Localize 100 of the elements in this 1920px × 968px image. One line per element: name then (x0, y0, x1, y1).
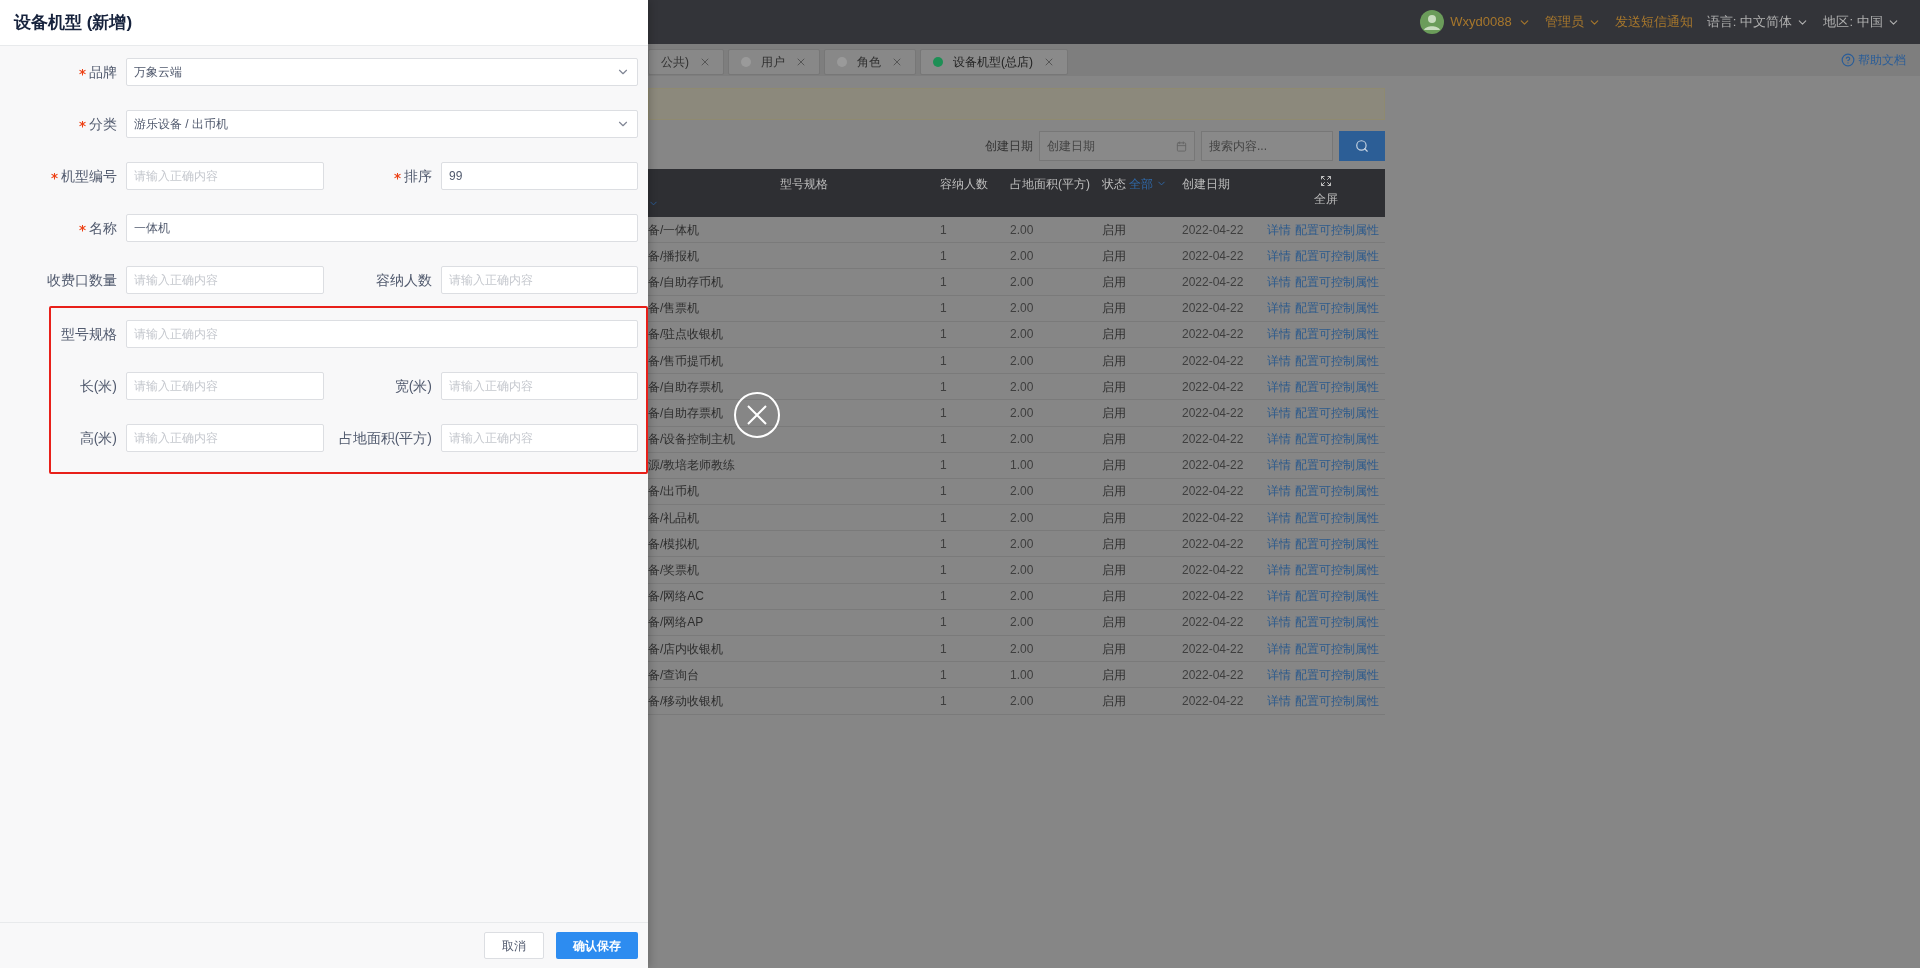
action-link[interactable]: 配置可控制属性 (1295, 587, 1379, 606)
help-link[interactable]: 帮助文档 (1858, 51, 1906, 69)
sms-link[interactable]: 发送短信通知 (1614, 12, 1693, 32)
select-value: 万象云端 (134, 64, 182, 81)
action-link[interactable]: 详情 (1267, 403, 1291, 422)
action-link[interactable]: 详情 (1267, 246, 1291, 265)
table-cell-text: 启用 (1102, 666, 1127, 684)
table-cell-text: 源/教培老师教练 (648, 457, 737, 475)
status-filter[interactable]: 全部 (1129, 175, 1153, 193)
column-header: 占地面积(平方) (1010, 177, 1090, 191)
date-field[interactable]: 创建日期 (1039, 131, 1195, 161)
language-label: 语言: (1706, 13, 1737, 32)
table-cell-text: 2.00 (1010, 562, 1035, 580)
table-cell-text: 1 (940, 562, 948, 580)
tab-label: 公共) (661, 53, 689, 71)
action-link[interactable]: 详情 (1267, 299, 1291, 318)
table-cell-text: 2022-04-22 (1182, 247, 1245, 265)
action-link[interactable]: 配置可控制属性 (1295, 665, 1379, 684)
table-cell-text: 备/店内收银机 (648, 640, 725, 658)
input-field[interactable]: 99 (441, 162, 638, 190)
action-link[interactable]: 详情 (1267, 351, 1291, 370)
table-cell-text: 1 (940, 404, 948, 422)
action-link[interactable]: 详情 (1267, 220, 1291, 239)
page-tab[interactable]: 用户 (728, 48, 820, 75)
action-link[interactable]: 配置可控制属性 (1295, 508, 1379, 527)
cancel-button[interactable]: 取消 (484, 932, 544, 959)
action-link[interactable]: 配置可控制属性 (1295, 246, 1379, 265)
action-link[interactable]: 配置可控制属性 (1295, 403, 1379, 422)
table-cell-text: 2.00 (1010, 221, 1035, 239)
action-link[interactable]: 详情 (1267, 665, 1291, 684)
table-cell-text: 1 (940, 588, 948, 606)
action-link[interactable]: 配置可控制属性 (1295, 534, 1379, 553)
table-cell-text: 2022-04-22 (1182, 221, 1245, 239)
action-link[interactable]: 配置可控制属性 (1295, 639, 1379, 658)
action-link[interactable]: 详情 (1267, 639, 1291, 658)
table-cell-text: 启用 (1102, 221, 1127, 239)
action-link[interactable]: 详情 (1267, 272, 1291, 291)
table-cell-text: 2.00 (1010, 326, 1035, 344)
page-tab[interactable]: 公共) (648, 48, 724, 75)
table-cell-text: 备/自助存币机 (648, 273, 725, 291)
table-cell-text: 2022-04-22 (1182, 588, 1245, 606)
action-link[interactable]: 详情 (1267, 430, 1291, 449)
action-link[interactable]: 配置可控制属性 (1295, 377, 1379, 396)
search-field[interactable]: 搜索内容... (1201, 131, 1333, 161)
action-link[interactable]: 详情 (1267, 456, 1291, 475)
action-link[interactable]: 配置可控制属性 (1295, 456, 1379, 475)
action-link[interactable]: 详情 (1267, 561, 1291, 580)
table-cell-text: 1 (940, 457, 948, 475)
action-link[interactable]: 详情 (1267, 534, 1291, 553)
action-link[interactable]: 详情 (1267, 613, 1291, 632)
select-field[interactable]: 游乐设备 / 出币机 (126, 110, 638, 138)
field-label: 型号规格 (61, 324, 117, 344)
table-cell-text: 1.00 (1010, 457, 1035, 475)
user-name[interactable]: Wxyd0088 (1450, 12, 1512, 32)
table-cell-text: 2.00 (1010, 509, 1035, 527)
action-link[interactable]: 配置可控制属性 (1295, 561, 1379, 580)
fullscreen-icon[interactable] (1320, 175, 1332, 187)
fullscreen-label[interactable]: 全屏 (1314, 190, 1338, 208)
action-link[interactable]: 配置可控制属性 (1295, 351, 1379, 370)
page-tab[interactable]: 角色 (824, 48, 916, 75)
region-value[interactable]: 中国 (1857, 12, 1883, 32)
action-link[interactable]: 详情 (1267, 377, 1291, 396)
table-cell-text: 2.00 (1010, 431, 1035, 449)
table-cell-text: 2.00 (1010, 378, 1035, 396)
action-link[interactable]: 配置可控制属性 (1295, 272, 1379, 291)
table-cell-text: 2.00 (1010, 273, 1035, 291)
action-link[interactable]: 详情 (1267, 482, 1291, 501)
select-field[interactable]: 万象云端 (126, 58, 638, 86)
field-label: 占地面积(平方) (338, 428, 432, 448)
close-icon[interactable] (733, 391, 781, 439)
table-cell-text: 启用 (1102, 614, 1127, 632)
action-link[interactable]: 详情 (1267, 587, 1291, 606)
page-tab[interactable]: 设备机型(总店) (920, 48, 1068, 75)
table-cell-text: 启用 (1102, 404, 1127, 422)
column-header: 状态 (1102, 176, 1126, 193)
language-value[interactable]: 中文简体 (1740, 12, 1793, 32)
action-link[interactable]: 配置可控制属性 (1295, 220, 1379, 239)
table-cell-text: 备/设备控制主机 (648, 431, 737, 449)
search-button[interactable] (1339, 131, 1385, 161)
field-label: 宽(米) (394, 376, 432, 396)
save-button[interactable]: 确认保存 (556, 932, 638, 959)
action-link[interactable]: 配置可控制属性 (1295, 482, 1379, 501)
table-cell-text: 备/售票机 (648, 300, 701, 318)
action-link[interactable]: 配置可控制属性 (1295, 325, 1379, 344)
table-cell-text: 1 (940, 221, 948, 239)
action-link[interactable]: 详情 (1267, 508, 1291, 527)
action-link[interactable]: 详情 (1267, 691, 1291, 710)
input-field[interactable]: 一体机 (126, 214, 638, 242)
table-cell-text: 启用 (1102, 483, 1127, 501)
action-link[interactable]: 详情 (1267, 325, 1291, 344)
action-link[interactable]: 配置可控制属性 (1295, 299, 1379, 318)
action-link[interactable]: 配置可控制属性 (1295, 691, 1379, 710)
action-link[interactable]: 配置可控制属性 (1295, 613, 1379, 632)
table-cell-text: 备/出币机 (648, 483, 701, 501)
table-cell-text: 2022-04-22 (1182, 352, 1245, 370)
table-cell-text: 2022-04-22 (1182, 431, 1245, 449)
table-cell-text: 2.00 (1010, 640, 1035, 658)
table-cell-text: 1 (940, 666, 948, 684)
role-menu[interactable]: 管理员 (1544, 12, 1584, 32)
action-link[interactable]: 配置可控制属性 (1295, 430, 1379, 449)
